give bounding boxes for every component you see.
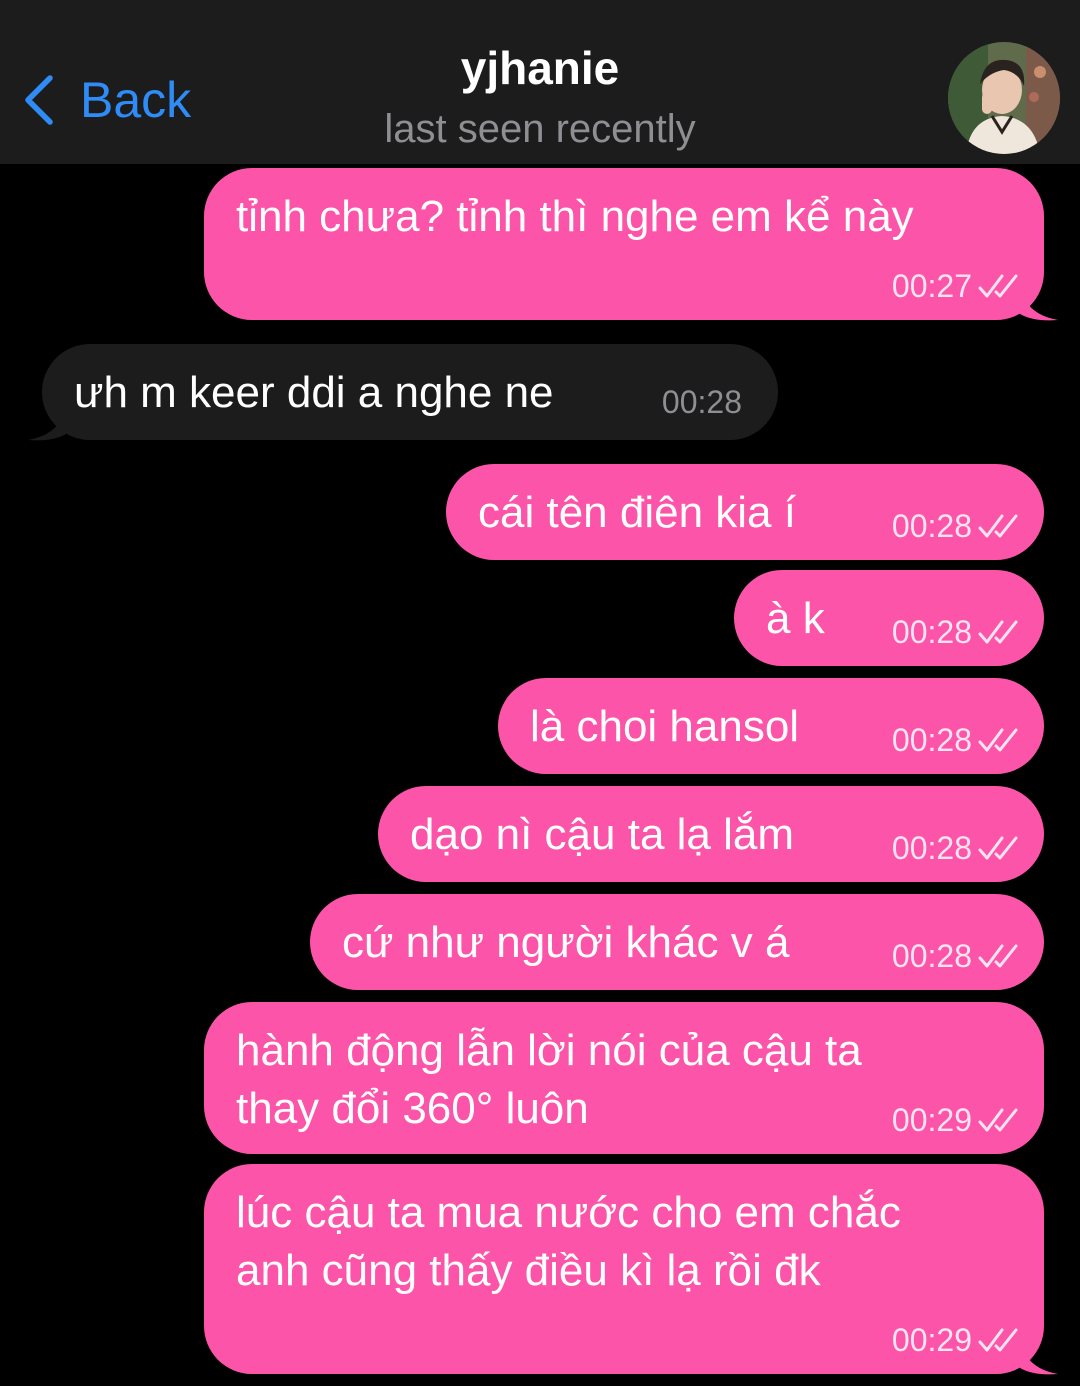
message-text: ưh m keer ddi a nghe ne [74, 368, 554, 417]
message-meta: 00:28 [892, 936, 1022, 976]
message-meta: 00:28 [892, 828, 1022, 868]
message-bubble-outgoing[interactable]: dạo nì cậu ta lạ lắm 00:28 [378, 786, 1044, 882]
message-meta: 00:29 [892, 1100, 1022, 1140]
message-time: 00:28 [891, 508, 972, 544]
message-bubble-outgoing[interactable]: cứ như người khác v á 00:28 [310, 894, 1044, 990]
message-meta: 00:28 [892, 612, 1022, 652]
message-text: cái tên điên kia í [478, 488, 796, 537]
double-check-icon [978, 944, 1018, 968]
message-text: là choi hansol [530, 702, 800, 751]
message-meta: 00:28 [892, 506, 1022, 546]
contact-status: last seen recently [384, 107, 696, 151]
message-time: 00:28 [891, 830, 972, 866]
double-check-icon [978, 1328, 1018, 1352]
double-check-icon [978, 274, 1018, 298]
contact-name[interactable]: yjhanie [0, 40, 1080, 96]
double-check-icon [978, 1108, 1018, 1132]
message-text-line-1: hành động lẫn lời nói của cậu ta [236, 1026, 862, 1075]
message-bubble-outgoing[interactable]: cái tên điên kia í 00:28 [446, 464, 1044, 560]
message-text: cứ như người khác v á [342, 918, 790, 967]
message-meta: 00:29 [892, 1320, 1022, 1360]
message-time: 00:29 [891, 1322, 972, 1358]
message-bubble-outgoing[interactable]: là choi hansol 00:28 [498, 678, 1044, 774]
message-text-line-1: lúc cậu ta mua nước cho em chắc [236, 1188, 901, 1237]
message-time: 00:28 [891, 722, 972, 758]
message-bubble-outgoing[interactable]: à k 00:28 [734, 570, 1044, 666]
message-bubble-outgoing[interactable]: tỉnh chưa? tỉnh thì nghe em kể này 00:27 [204, 168, 1044, 320]
message-time: 00:28 [661, 384, 742, 420]
double-check-icon [978, 836, 1018, 860]
double-check-icon [978, 514, 1018, 538]
bubble-tail [1020, 284, 1058, 321]
message-text: tỉnh chưa? tỉnh thì nghe em kể này [236, 192, 914, 241]
message-time: 00:28 [891, 614, 972, 650]
message-time: 00:29 [891, 1102, 972, 1138]
message-meta: 00:28 [662, 382, 742, 422]
message-text: à k [766, 594, 825, 643]
message-time: 00:27 [891, 268, 972, 304]
double-check-icon [978, 728, 1018, 752]
bubble-tail [28, 404, 66, 441]
message-text-line-2: anh cũng thấy điều kì lạ rồi đk [236, 1246, 821, 1295]
message-text: dạo nì cậu ta lạ lắm [410, 810, 795, 859]
double-check-icon [978, 620, 1018, 644]
message-meta: 00:28 [892, 720, 1022, 760]
message-text-line-2: thay đổi 360° luôn [236, 1084, 589, 1133]
message-bubble-outgoing[interactable]: hành động lẫn lời nói của cậu ta thay đổ… [204, 1002, 1044, 1154]
message-meta: 00:27 [892, 266, 1022, 306]
bubble-tail [1020, 1338, 1058, 1375]
message-time: 00:28 [891, 938, 972, 974]
message-bubble-incoming[interactable]: ưh m keer ddi a nghe ne 00:28 [42, 344, 778, 440]
avatar[interactable] [948, 42, 1060, 154]
message-bubble-outgoing[interactable]: lúc cậu ta mua nước cho em chắc anh cũng… [204, 1164, 1044, 1374]
chat-header: Back yjhanie last seen recently [0, 0, 1080, 164]
